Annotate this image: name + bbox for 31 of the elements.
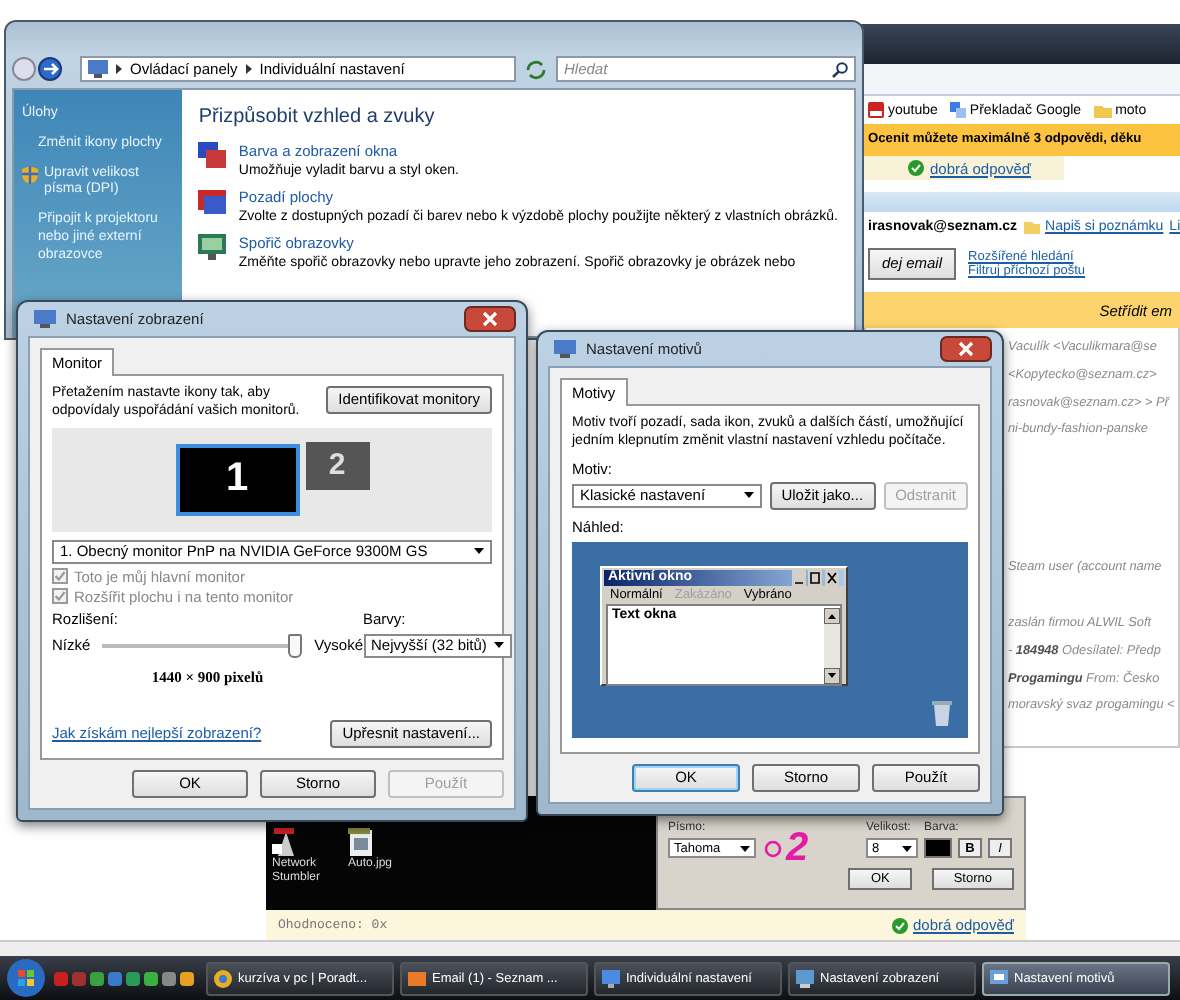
start-button[interactable] [6, 958, 46, 998]
dropdown-arrow-icon [474, 548, 484, 554]
video-icon [868, 102, 884, 118]
close-button[interactable] [940, 336, 992, 362]
image-file-icon [348, 828, 374, 856]
slider-thumb[interactable] [288, 633, 303, 657]
dropdown-arrow-icon [740, 845, 750, 851]
circle-mark-icon [764, 839, 782, 857]
display-icon [34, 310, 56, 328]
section-heading: Přizpůsobit vzhled a zvuky [198, 106, 437, 128]
chevron-icon [116, 64, 122, 74]
dropdown-arrow-icon [743, 492, 754, 499]
monitor-tile[interactable]: 2 [305, 441, 369, 489]
dropdown-arrow-icon [902, 845, 912, 851]
recycle-bin-icon [932, 699, 952, 726]
folder-icon [1093, 103, 1112, 117]
dropdown-arrow-icon [494, 642, 505, 648]
monitor-icon [198, 234, 227, 260]
close-button[interactable] [464, 306, 516, 332]
search-icon [832, 61, 848, 77]
color-swatch-icon [924, 838, 952, 858]
check-icon [891, 917, 908, 933]
check-icon [908, 160, 924, 176]
refresh-icon [524, 57, 548, 81]
annotation-mark: 2 [764, 828, 809, 868]
translate-icon [949, 102, 966, 118]
panel-icon [88, 60, 108, 78]
display-icon [554, 340, 576, 358]
shield-icon [22, 165, 38, 183]
chevron-icon [245, 64, 252, 74]
monitor-tile[interactable]: 1 [175, 443, 299, 515]
